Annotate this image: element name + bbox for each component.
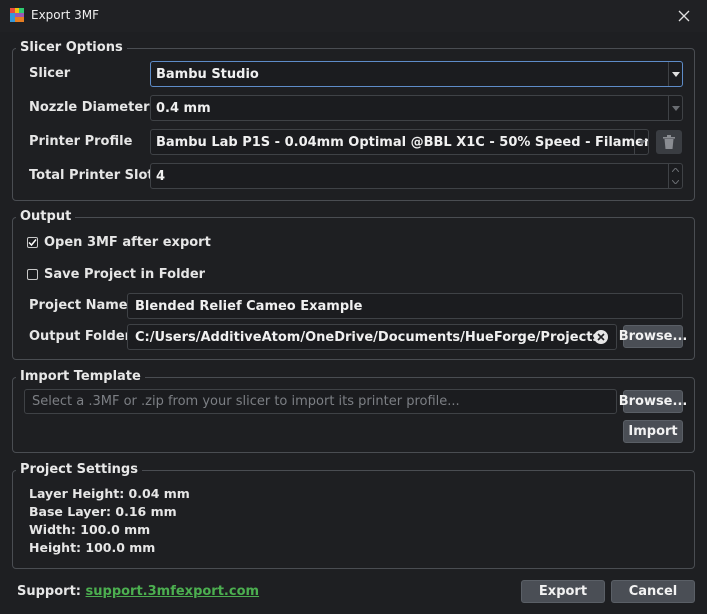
title-bar: Export 3MF [0, 0, 707, 32]
slicer-options-title: Slicer Options [16, 40, 127, 55]
chevron-down-icon [637, 139, 646, 145]
output-title: Output [16, 209, 76, 224]
app-icon [10, 8, 24, 22]
width-text: Width: 100.0 mm [29, 522, 151, 537]
height-text: Height: 100.0 mm [29, 540, 156, 555]
clear-icon[interactable] [594, 330, 608, 344]
cancel-button[interactable]: Cancel [611, 580, 695, 603]
checkbox-checked[interactable] [27, 237, 38, 248]
project-name-value: Blended Relief Cameo Example [135, 298, 363, 314]
profile-dropdown[interactable]: Bambu Lab P1S - 0.04mm Optimal @BBL X1C … [150, 129, 649, 155]
window-title: Export 3MF [31, 8, 99, 22]
slicer-value: Bambu Studio [156, 66, 259, 82]
output-browse-button[interactable]: Browse... [619, 325, 687, 348]
save-project-label: Save Project in Folder [44, 267, 206, 282]
slots-label: Total Printer Slots [29, 168, 162, 183]
slots-spinbox[interactable]: 4 [150, 163, 683, 189]
checkmark-icon [28, 239, 37, 247]
template-file-input[interactable]: Select a .3MF or .zip from your slicer t… [24, 389, 617, 414]
spin-down-button[interactable] [669, 176, 682, 188]
chevron-down-icon [672, 180, 679, 184]
close-button[interactable] [661, 0, 707, 32]
trash-icon [663, 135, 675, 149]
spin-up-button[interactable] [669, 164, 682, 176]
slicer-dropdown-arrow[interactable] [668, 62, 682, 86]
project-name-input[interactable]: Blended Relief Cameo Example [127, 293, 683, 319]
project-settings-title: Project Settings [16, 462, 142, 477]
save-project-checkbox[interactable]: Save Project in Folder [27, 267, 205, 282]
support-link[interactable]: support.3mfexport.com [86, 584, 260, 599]
project-name-label: Project Name [29, 298, 128, 313]
slots-value: 4 [156, 168, 166, 184]
slots-spinner[interactable] [668, 164, 682, 188]
output-folder-label: Output Folder [29, 329, 132, 344]
nozzle-dropdown[interactable]: 0.4 mm [150, 95, 683, 121]
template-file-placeholder: Select a .3MF or .zip from your slicer t… [32, 394, 460, 409]
delete-profile-button[interactable] [656, 130, 682, 154]
output-folder-input[interactable]: C:/Users/AdditiveAtom/OneDrive/Documents… [127, 324, 617, 350]
chevron-down-icon [671, 105, 680, 111]
import-button[interactable]: Import [623, 420, 683, 443]
export-button[interactable]: Export [521, 580, 605, 603]
open-after-export-label: Open 3MF after export [44, 235, 211, 250]
profile-value: Bambu Lab P1S - 0.04mm Optimal @BBL X1C … [156, 134, 648, 150]
profile-label: Printer Profile [29, 134, 133, 149]
template-browse-button[interactable]: Browse... [619, 390, 687, 413]
slicer-dropdown[interactable]: Bambu Studio [150, 61, 683, 87]
import-template-title: Import Template [16, 369, 145, 384]
nozzle-dropdown-arrow[interactable] [668, 96, 682, 120]
output-folder-value: C:/Users/AdditiveAtom/OneDrive/Documents… [135, 329, 601, 345]
support-row: Support: support.3mfexport.com [17, 584, 259, 599]
base-layer-text: Base Layer: 0.16 mm [29, 504, 177, 519]
profile-dropdown-arrow[interactable] [634, 130, 648, 154]
close-icon [678, 10, 690, 22]
layer-height-text: Layer Height: 0.04 mm [29, 486, 190, 501]
checkbox-unchecked[interactable] [27, 269, 38, 280]
support-label: Support: [17, 584, 81, 599]
chevron-up-icon [672, 168, 679, 172]
chevron-down-icon [671, 71, 680, 77]
nozzle-value: 0.4 mm [156, 100, 211, 116]
nozzle-label: Nozzle Diameter [29, 100, 150, 115]
slicer-label: Slicer [29, 66, 71, 81]
open-after-export-checkbox[interactable]: Open 3MF after export [27, 235, 211, 250]
